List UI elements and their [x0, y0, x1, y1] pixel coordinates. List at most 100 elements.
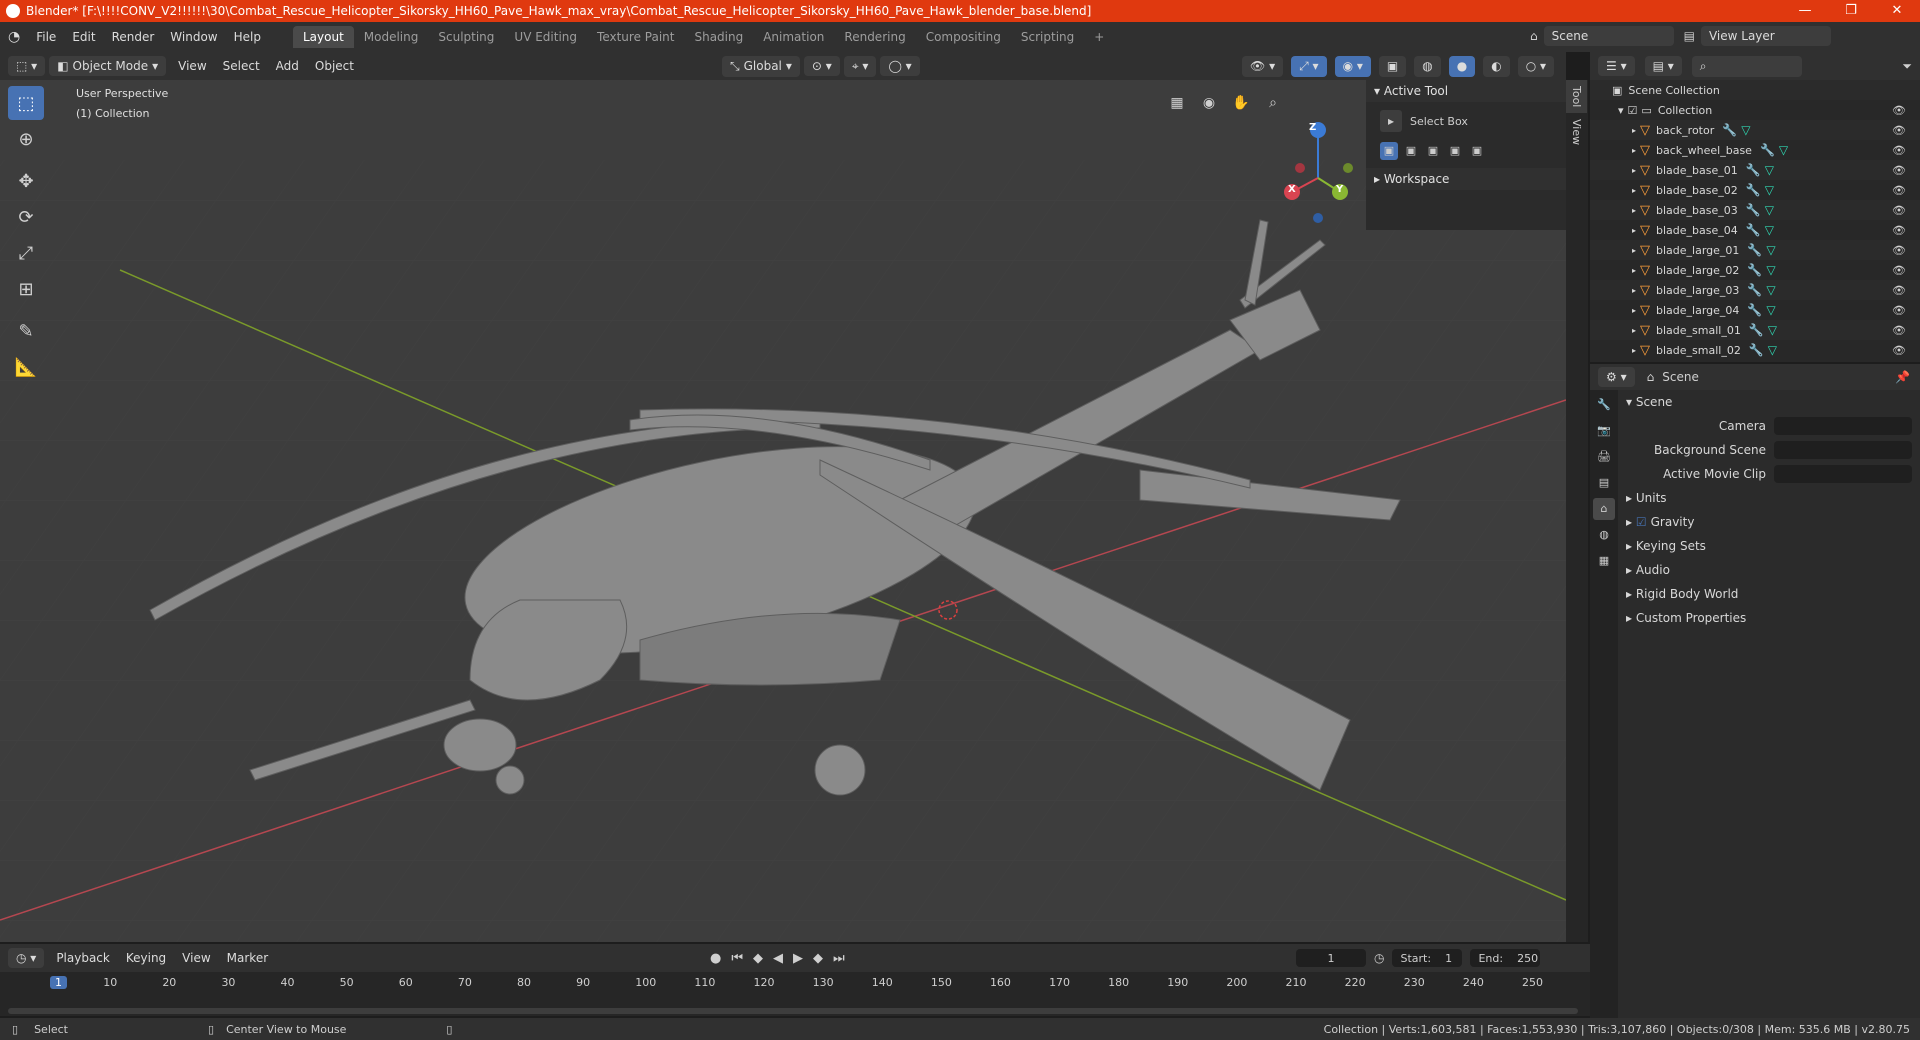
eye-icon[interactable]: 👁 [1892, 184, 1906, 197]
zoom-icon[interactable]: ⌕ [1260, 90, 1286, 116]
play-icon[interactable]: ▶ [793, 951, 803, 966]
expand-icon[interactable]: ▸ [1632, 326, 1636, 335]
tab-sculpting[interactable]: Sculpting [428, 26, 504, 48]
view-layer-selector[interactable]: View Layer [1700, 26, 1831, 46]
tab-scripting[interactable]: Scripting [1011, 26, 1084, 48]
rendered-shading-button[interactable]: ○ ▾ [1517, 55, 1554, 77]
outliner-editor-type[interactable]: ☰ ▾ [1598, 56, 1635, 76]
mesh-data-icon[interactable]: ▽ [1765, 163, 1774, 177]
outliner-item-blade_base_04[interactable]: ▸ ▽ blade_base_04 🔧 ▽ 👁 [1590, 220, 1920, 240]
gizmo-z-label[interactable]: Z [1309, 122, 1316, 133]
eye-icon[interactable]: 👁 [1892, 264, 1906, 277]
tab-view[interactable]: View [1566, 113, 1587, 151]
expand-icon[interactable]: ▸ [1632, 186, 1636, 195]
menu-select[interactable]: Select [215, 59, 268, 73]
outliner-item-blade_large_03[interactable]: ▸ ▽ blade_large_03 🔧 ▽ 👁 [1590, 280, 1920, 300]
mesh-data-icon[interactable]: ▽ [1768, 343, 1777, 357]
expand-icon[interactable]: ▸ [1632, 266, 1636, 275]
jump-end-icon[interactable]: ⏭ [833, 951, 845, 966]
outliner-item-back_wheel_base[interactable]: ▸ ▽ back_wheel_base 🔧 ▽ 👁 [1590, 140, 1920, 160]
mesh-data-icon[interactable]: ▽ [1741, 123, 1750, 137]
pan-hand-icon[interactable]: ✋ [1228, 90, 1254, 116]
eye-icon[interactable]: 👁 [1892, 144, 1906, 157]
outliner-item-blade_large_04[interactable]: ▸ ▽ blade_large_04 🔧 ▽ 👁 [1590, 300, 1920, 320]
outliner-item-blade_base_01[interactable]: ▸ ▽ blade_base_01 🔧 ▽ 👁 [1590, 160, 1920, 180]
modifier-icon[interactable]: 🔧 [1722, 123, 1737, 137]
menu-view[interactable]: View [170, 59, 214, 73]
menu-edit[interactable]: Edit [64, 30, 103, 44]
outliner-item-blade_base_02[interactable]: ▸ ▽ blade_base_02 🔧 ▽ 👁 [1590, 180, 1920, 200]
gravity-checkbox-icon[interactable]: ☑ [1636, 515, 1647, 529]
eye-icon[interactable]: 👁 [1892, 324, 1906, 337]
properties-editor-type[interactable]: ⚙ ▾ [1598, 367, 1635, 387]
expand-icon[interactable]: ▸ [1632, 286, 1636, 295]
outliner-item-blade_large_01[interactable]: ▸ ▽ blade_large_01 🔧 ▽ 👁 [1590, 240, 1920, 260]
menu-timeline-view[interactable]: View [174, 951, 218, 965]
select-new-icon[interactable]: ▣ [1380, 142, 1398, 160]
modifier-icon[interactable]: 🔧 [1760, 143, 1775, 157]
snap-button[interactable]: ⌖ ▾ [843, 55, 877, 77]
menu-marker[interactable]: Marker [219, 951, 276, 965]
modifier-icon[interactable]: 🔧 [1746, 223, 1761, 237]
visibility-button[interactable]: 👁 ▾ [1242, 55, 1284, 77]
mesh-data-icon[interactable]: ▽ [1768, 323, 1777, 337]
solid-shading-button[interactable]: ● [1448, 55, 1476, 77]
camera-view-icon[interactable]: ◉ [1196, 90, 1222, 116]
menu-object[interactable]: Object [307, 59, 362, 73]
minimize-button[interactable]: — [1782, 0, 1828, 22]
tab-layout[interactable]: Layout [292, 26, 354, 48]
transform-orientation[interactable]: ⤡ Global ▾ [722, 55, 800, 77]
keying-sets-panel[interactable]: ▸ Keying Sets [1626, 534, 1920, 558]
expand-icon[interactable]: ▸ [1632, 346, 1636, 355]
menu-add[interactable]: Add [268, 59, 307, 73]
xray-toggle-button[interactable]: ▣ [1378, 55, 1407, 77]
modifier-icon[interactable]: 🔧 [1749, 343, 1764, 357]
mode-selector[interactable]: ◧ Object Mode ▾ [49, 56, 167, 76]
world-props-icon[interactable]: ◍ [1593, 524, 1615, 546]
mesh-data-icon[interactable]: ▽ [1765, 183, 1774, 197]
outliner-item-blade_large_02[interactable]: ▸ ▽ blade_large_02 🔧 ▽ 👁 [1590, 260, 1920, 280]
modifier-icon[interactable]: 🔧 [1747, 283, 1762, 297]
modifier-icon[interactable]: 🔧 [1747, 243, 1762, 257]
modifier-icon[interactable]: 🔧 [1749, 323, 1764, 337]
modifier-icon[interactable]: 🔧 [1747, 303, 1762, 317]
record-icon[interactable]: ● [710, 951, 721, 966]
scene-panel-header[interactable]: ▾ Scene [1626, 390, 1920, 414]
mesh-data-icon[interactable]: ▽ [1766, 243, 1775, 257]
menu-file[interactable]: File [28, 30, 64, 44]
outliner-item-back_rotor[interactable]: ▸ ▽ back_rotor 🔧 ▽ 👁 [1590, 120, 1920, 140]
units-panel[interactable]: ▸ Units [1626, 486, 1920, 510]
tab-tool[interactable]: Tool [1566, 80, 1587, 114]
mesh-data-icon[interactable]: ▽ [1766, 263, 1775, 277]
menu-playback[interactable]: Playback [48, 951, 118, 965]
tab-modeling[interactable]: Modeling [354, 26, 429, 48]
proportional-edit-button[interactable]: ◯ ▾ [880, 56, 920, 76]
gizmo-x-label[interactable]: X [1288, 184, 1296, 195]
material-shading-button[interactable]: ◐ [1483, 55, 1510, 77]
mesh-data-icon[interactable]: ▽ [1779, 143, 1788, 157]
tab-animation[interactable]: Animation [753, 26, 834, 48]
mesh-data-icon[interactable]: ▽ [1765, 223, 1774, 237]
output-props-icon[interactable]: 🖨 [1593, 446, 1615, 468]
tab-rendering[interactable]: Rendering [834, 26, 915, 48]
select-intersect-icon[interactable]: ▣ [1468, 142, 1486, 160]
menu-window[interactable]: Window [162, 30, 225, 44]
transform-tool-icon[interactable]: ⊞ [8, 272, 44, 306]
gravity-panel[interactable]: ▸ ☑ Gravity [1626, 510, 1920, 534]
eye-icon[interactable]: 👁 [1892, 244, 1906, 257]
expand-icon[interactable]: ▸ [1632, 126, 1636, 135]
tab-uv-editing[interactable]: UV Editing [504, 26, 587, 48]
3d-viewport[interactable]: Z X Y ▦ ◉ ✋ ⌕ [0, 80, 1566, 942]
next-keyframe-icon[interactable]: ◆ [813, 951, 823, 966]
menu-render[interactable]: Render [104, 30, 163, 44]
rotate-tool-icon[interactable]: ⟳ [8, 200, 44, 234]
eye-icon[interactable]: 👁 [1892, 224, 1906, 237]
expand-icon[interactable]: ▸ [1632, 146, 1636, 155]
active-tool-header[interactable]: ▾ Active Tool [1366, 80, 1566, 102]
rigid-body-panel[interactable]: ▸ Rigid Body World [1626, 582, 1920, 606]
current-frame-field[interactable]: 1 [1296, 949, 1366, 967]
cursor-tool-icon[interactable]: ⊕ [8, 122, 44, 156]
eye-icon[interactable]: 👁 [1892, 164, 1906, 177]
modifier-icon[interactable]: 🔧 [1747, 263, 1762, 277]
outliner-item-blade_base_03[interactable]: ▸ ▽ blade_base_03 🔧 ▽ 👁 [1590, 200, 1920, 220]
